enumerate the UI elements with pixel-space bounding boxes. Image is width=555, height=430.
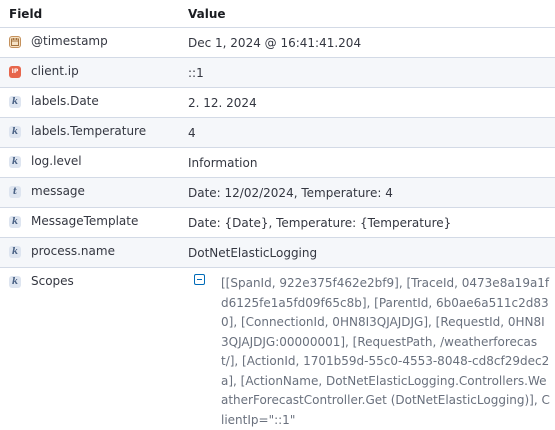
field-value: [[SpanId, 922e375f462e2bf9], [TraceId, 0…	[188, 268, 555, 427]
document-fields-table: Field Value @timestamp Dec 1, 2024 @ 16:…	[0, 0, 555, 427]
value-text: Dec 1, 2024 @ 16:41:41.204	[188, 36, 362, 50]
value-text: DotNetElasticLogging	[188, 246, 318, 260]
table-row: k MessageTemplate Date: {Date}, Temperat…	[0, 208, 555, 238]
field-name: Scopes	[31, 274, 74, 288]
field-value: 2. 12. 2024	[188, 88, 555, 117]
field-value: Date: {Date}, Temperature: {Temperature}	[188, 208, 555, 237]
field-cell: k process.name	[0, 238, 188, 267]
field-column-header: Field	[9, 6, 43, 21]
field-name: labels.Temperature	[31, 124, 147, 138]
text-icon: t	[9, 186, 21, 198]
field-value: 4	[188, 118, 555, 147]
field-cell: k labels.Date	[0, 88, 188, 117]
field-cell: k labels.Temperature	[0, 118, 188, 147]
field-value: Date: 12/02/2024, Temperature: 4	[188, 178, 555, 207]
field-name: client.ip	[31, 64, 79, 78]
field-cell: k MessageTemplate	[0, 208, 188, 237]
scopes-value: [[SpanId, 922e375f462e2bf9], [TraceId, 0…	[221, 276, 550, 427]
field-name: MessageTemplate	[31, 214, 139, 228]
field-name: process.name	[31, 244, 115, 258]
calendar-icon	[9, 36, 21, 48]
table-row: k labels.Temperature 4	[0, 118, 555, 148]
field-cell: k Scopes	[0, 268, 188, 403]
field-cell: @timestamp	[0, 28, 188, 57]
field-value: DotNetElasticLogging	[188, 238, 555, 267]
value-text: Date: {Date}, Temperature: {Temperature}	[188, 216, 452, 230]
field-value: ::1	[188, 58, 555, 87]
value-text: 2. 12. 2024	[188, 96, 257, 110]
field-cell: IP client.ip	[0, 58, 188, 87]
field-name: message	[31, 184, 85, 198]
value-text: Information	[188, 156, 258, 170]
keyword-icon: k	[9, 156, 21, 168]
field-value: Information	[188, 148, 555, 177]
table-row: k Scopes [[SpanId, 922e375f462e2bf9], [T…	[0, 268, 555, 427]
keyword-icon: k	[9, 126, 21, 138]
field-name: log.level	[31, 154, 82, 168]
field-name: @timestamp	[31, 34, 108, 48]
table-row: @timestamp Dec 1, 2024 @ 16:41:41.204	[0, 28, 555, 58]
field-value: Dec 1, 2024 @ 16:41:41.204	[188, 28, 555, 57]
table-header: Field Value	[0, 0, 555, 28]
field-cell: k log.level	[0, 148, 188, 177]
collapse-icon[interactable]	[194, 274, 205, 285]
keyword-icon: k	[9, 246, 21, 258]
table-row: k log.level Information	[0, 148, 555, 178]
field-cell: t message	[0, 178, 188, 207]
value-text: Date: 12/02/2024, Temperature: 4	[188, 186, 393, 200]
keyword-icon: k	[9, 96, 21, 108]
ip-icon: IP	[9, 66, 21, 78]
table-row: k labels.Date 2. 12. 2024	[0, 88, 555, 118]
table-row: k process.name DotNetElasticLogging	[0, 238, 555, 268]
value-text: 4	[188, 126, 196, 140]
field-name: labels.Date	[31, 94, 99, 108]
keyword-icon: k	[9, 276, 21, 288]
table-row: IP client.ip ::1	[0, 58, 555, 88]
value-column-header: Value	[188, 6, 226, 21]
table-row: t message Date: 12/02/2024, Temperature:…	[0, 178, 555, 208]
value-text: ::1	[188, 66, 204, 80]
keyword-icon: k	[9, 216, 21, 228]
